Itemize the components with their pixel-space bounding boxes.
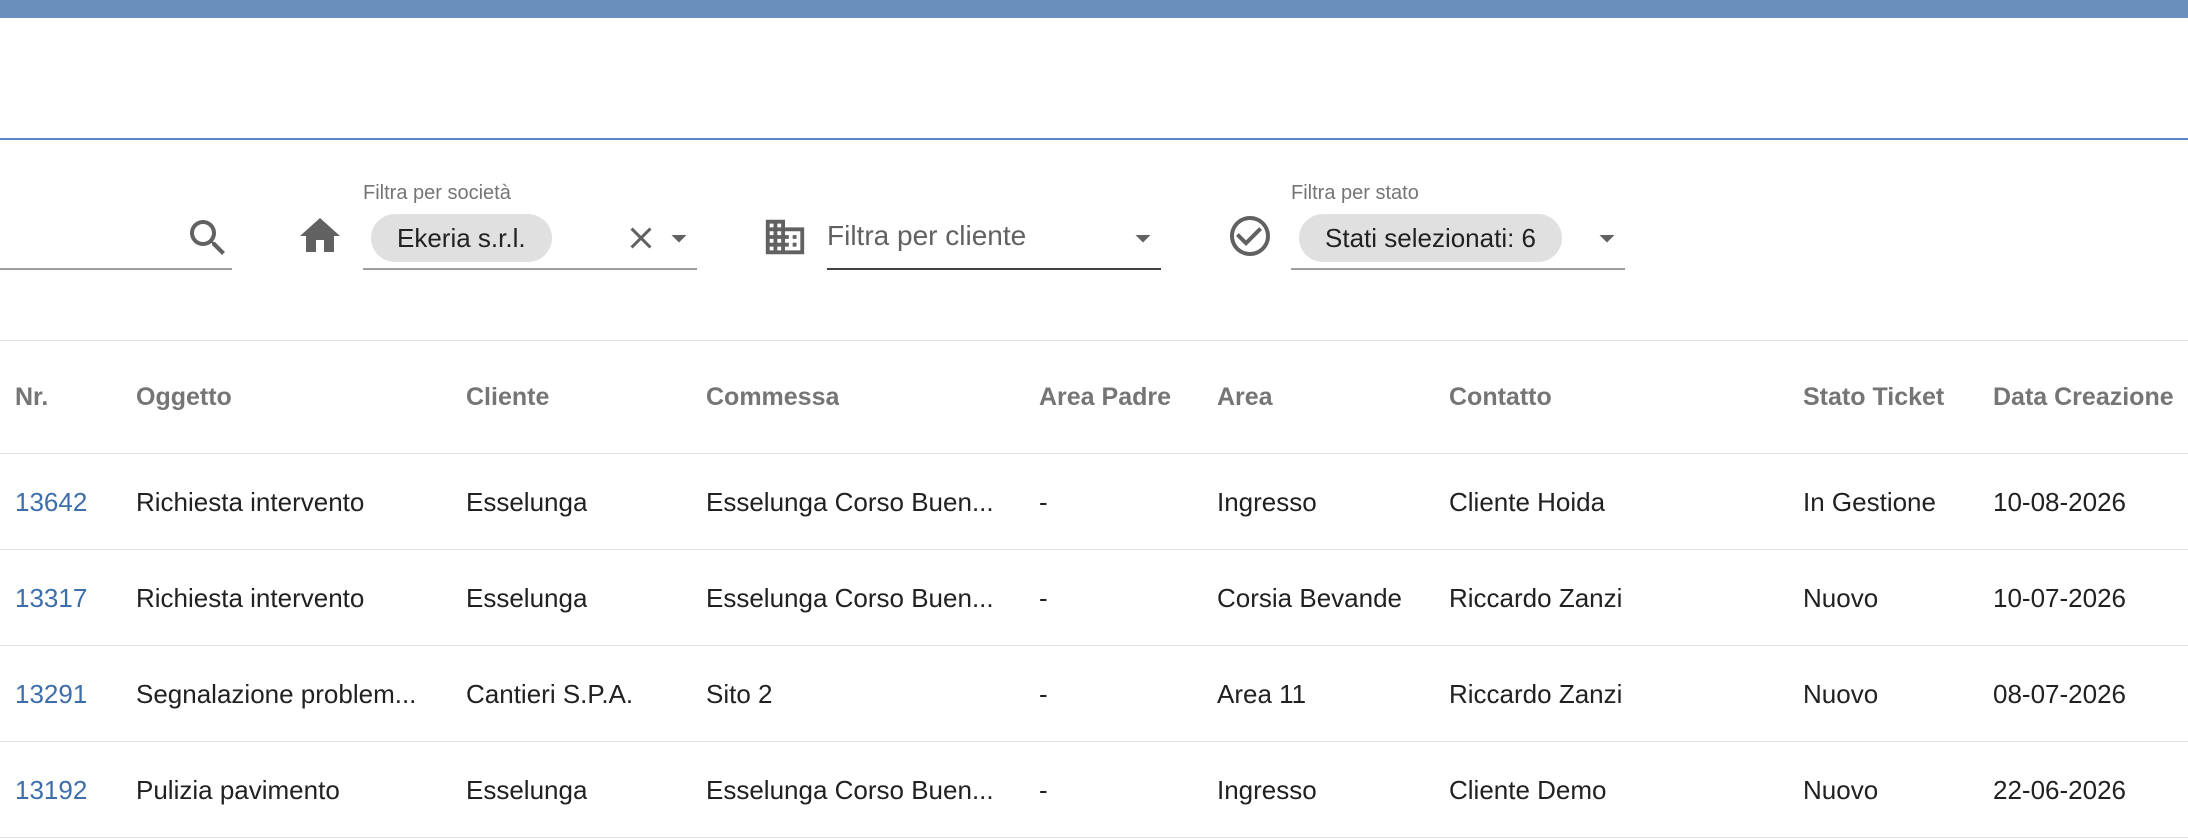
- cell-area-padre: -: [1039, 487, 1048, 517]
- cell-oggetto: Richiesta intervento: [136, 583, 365, 613]
- cell-area-padre: -: [1039, 775, 1048, 805]
- top-app-bar: [0, 0, 2188, 18]
- company-filter-label: Filtra per società: [363, 182, 511, 204]
- table-row[interactable]: 13317 Richiesta intervento Esselunga Ess…: [0, 550, 2188, 646]
- ticket-number-link[interactable]: 13192: [15, 742, 87, 838]
- cell-data-creazione: 22-06-2026: [1993, 775, 2126, 805]
- cell-cliente: Esselunga: [466, 775, 588, 805]
- arrow-drop-down-icon[interactable]: [661, 220, 697, 256]
- table-header-row: Nr. Oggetto Cliente Commessa Area Padre …: [0, 340, 2188, 454]
- cell-area: Corsia Bevande: [1217, 583, 1402, 613]
- close-icon[interactable]: [623, 220, 659, 256]
- ticket-number-link[interactable]: 13642: [15, 454, 87, 550]
- cell-commessa: Esselunga Corso Buen...: [706, 775, 994, 805]
- cell-commessa: Esselunga Corso Buen...: [706, 487, 994, 517]
- status-filter-label: Filtra per stato: [1291, 182, 1419, 204]
- status-filter[interactable]: Filtra per stato Stati selezionati: 6: [1291, 180, 1625, 270]
- cell-commessa: Sito 2: [706, 679, 773, 709]
- header-commessa[interactable]: Commessa: [706, 340, 839, 454]
- cell-area-padre: -: [1039, 679, 1048, 709]
- check-circle-icon: [1230, 216, 1270, 256]
- header-area[interactable]: Area: [1217, 340, 1273, 454]
- cell-area-padre: -: [1039, 583, 1048, 613]
- home-icon: [300, 218, 340, 252]
- cell-area: Ingresso: [1217, 487, 1317, 517]
- page-header: [0, 18, 2188, 140]
- arrow-drop-down-icon[interactable]: [1589, 220, 1625, 256]
- cell-data-creazione: 10-08-2026: [1993, 487, 2126, 517]
- header-contatto[interactable]: Contatto: [1449, 340, 1552, 454]
- arrow-drop-down-icon[interactable]: [1125, 220, 1161, 256]
- cell-stato-ticket: Nuovo: [1803, 679, 1879, 709]
- cell-contatto: Riccardo Zanzi: [1449, 679, 1623, 709]
- cell-stato-ticket: Nuovo: [1803, 775, 1879, 805]
- cell-data-creazione: 08-07-2026: [1993, 679, 2126, 709]
- company-filter[interactable]: Filtra per società Ekeria s.r.l.: [363, 180, 697, 270]
- status-chip[interactable]: Stati selezionati: 6: [1299, 214, 1563, 262]
- cell-contatto: Riccardo Zanzi: [1449, 583, 1623, 613]
- cell-cliente: Cantieri S.P.A.: [466, 679, 634, 709]
- cell-oggetto: Richiesta intervento: [136, 487, 365, 517]
- cell-oggetto: Pulizia pavimento: [136, 775, 340, 805]
- header-cliente[interactable]: Cliente: [466, 340, 549, 454]
- cell-cliente: Esselunga: [466, 487, 588, 517]
- table-row[interactable]: 13291 Segnalazione problem... Cantieri S…: [0, 646, 2188, 742]
- ticket-number-link[interactable]: 13317: [15, 550, 87, 646]
- header-stato-ticket[interactable]: Stato Ticket: [1803, 340, 1944, 454]
- table-row[interactable]: 13192 Pulizia pavimento Esselunga Esselu…: [0, 742, 2188, 838]
- cell-commessa: Esselunga Corso Buen...: [706, 583, 994, 613]
- cell-data-creazione: 10-07-2026: [1993, 583, 2126, 613]
- header-area-padre[interactable]: Area Padre: [1039, 340, 1171, 454]
- cell-oggetto: Segnalazione problem...: [136, 679, 417, 709]
- table-row[interactable]: 13642 Richiesta intervento Esselunga Ess…: [0, 454, 2188, 550]
- header-nr[interactable]: Nr.: [15, 340, 48, 454]
- client-filter[interactable]: Filtra per cliente: [827, 180, 1161, 270]
- company-chip[interactable]: Ekeria s.r.l.: [371, 214, 552, 262]
- cell-stato-ticket: In Gestione: [1803, 487, 1936, 517]
- cell-stato-ticket: Nuovo: [1803, 583, 1879, 613]
- building-icon: [765, 219, 805, 255]
- search-icon[interactable]: [184, 214, 232, 262]
- cell-contatto: Cliente Demo: [1449, 775, 1607, 805]
- cell-contatto: Cliente Hoida: [1449, 487, 1606, 517]
- client-filter-placeholder: Filtra per cliente: [827, 220, 1027, 251]
- header-data-creazione[interactable]: Data Creazione: [1993, 340, 2174, 454]
- ticket-number-link[interactable]: 13291: [15, 646, 87, 742]
- cell-area: Area 11: [1217, 679, 1307, 709]
- cell-cliente: Esselunga: [466, 583, 588, 613]
- cell-area: Ingresso: [1217, 775, 1317, 805]
- header-oggetto[interactable]: Oggetto: [136, 340, 232, 454]
